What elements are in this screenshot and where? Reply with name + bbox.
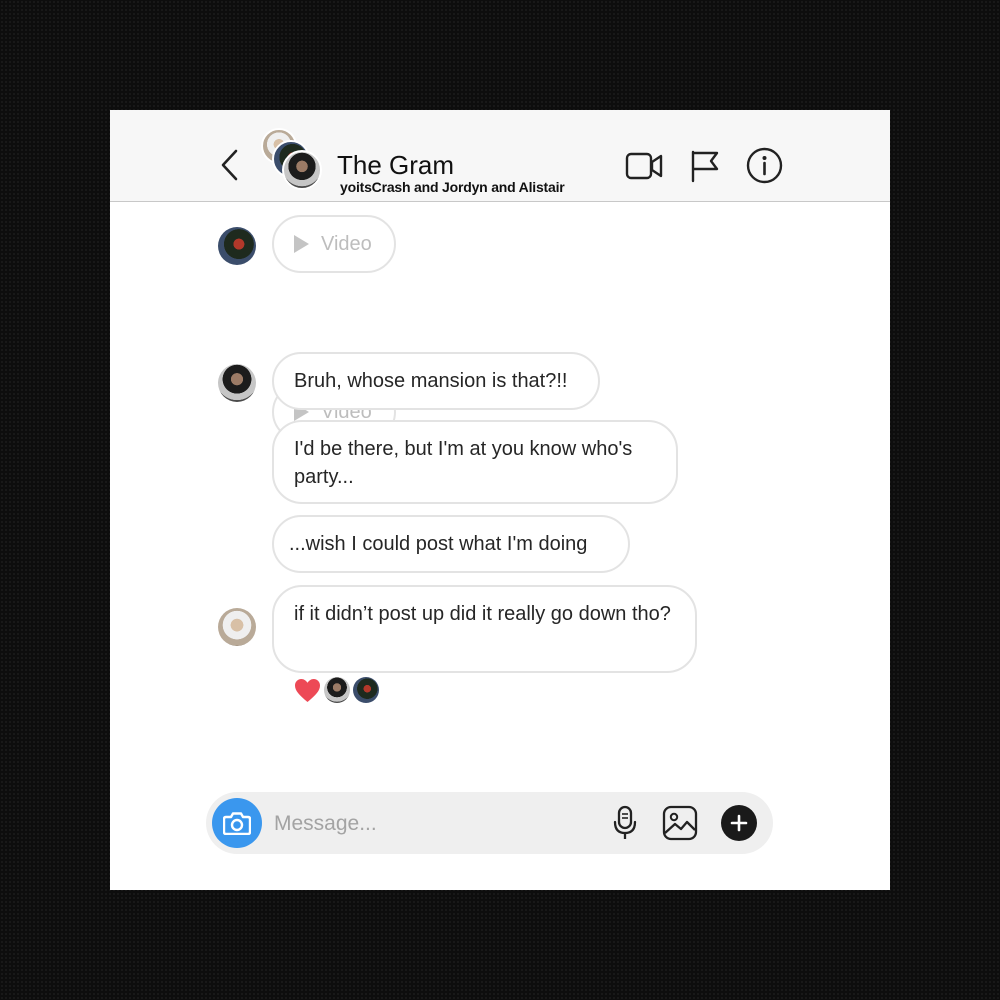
message-text: I'd be there, but I'm at you know who's … xyxy=(294,438,633,488)
text-message[interactable]: ...wish I could post what I'm doing xyxy=(272,515,630,573)
text-message[interactable]: I'd be there, but I'm at you know who's … xyxy=(272,420,678,504)
text-message[interactable]: Bruh, whose mansion is that?!! xyxy=(272,352,600,410)
reactor-avatar xyxy=(353,677,379,703)
chat-title[interactable]: The Gram xyxy=(337,150,454,181)
chat-participants: yoitsCrash and Jordyn and Alistair xyxy=(340,179,565,195)
video-message[interactable]: Video xyxy=(272,215,396,273)
sender-avatar[interactable] xyxy=(218,608,256,646)
plus-icon xyxy=(730,814,748,832)
video-label: Video xyxy=(321,233,372,255)
camera-button[interactable] xyxy=(212,798,262,848)
video-call-icon[interactable] xyxy=(625,150,663,182)
sender-avatar[interactable] xyxy=(218,227,256,265)
message-text: if it didn’t post up did it really go do… xyxy=(294,603,671,625)
chat-header: The Gram yoitsCrash and Jordyn and Alist… xyxy=(110,110,890,202)
gallery-icon[interactable] xyxy=(662,805,698,841)
more-options-button[interactable] xyxy=(721,805,757,841)
camera-icon xyxy=(223,812,251,835)
message-text: ...wish I could post what I'm doing xyxy=(289,533,588,555)
message-input[interactable] xyxy=(272,806,596,842)
info-icon[interactable] xyxy=(746,147,783,184)
heart-icon xyxy=(295,678,320,702)
text-message[interactable]: if it didn’t post up did it really go do… xyxy=(272,585,697,673)
message-text: Bruh, whose mansion is that?!! xyxy=(294,370,568,392)
group-avatar-3 xyxy=(282,150,322,190)
microphone-icon[interactable] xyxy=(612,805,638,841)
chat-window: The Gram yoitsCrash and Jordyn and Alist… xyxy=(110,110,890,890)
message-composer xyxy=(206,792,773,854)
reactor-avatar xyxy=(324,677,350,703)
play-icon xyxy=(294,235,309,253)
back-chevron-icon[interactable] xyxy=(218,148,242,182)
message-reactions[interactable] xyxy=(294,677,379,703)
flag-icon[interactable] xyxy=(690,149,720,183)
sender-avatar[interactable] xyxy=(218,364,256,402)
